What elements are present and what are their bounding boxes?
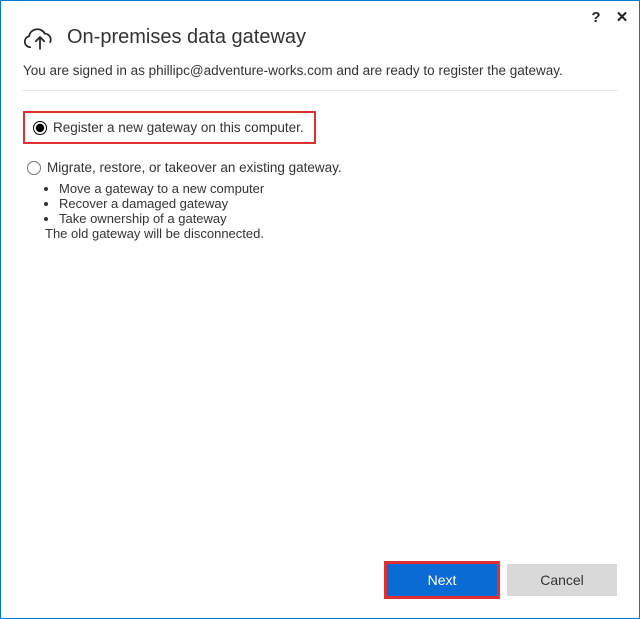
next-button[interactable]: Next bbox=[387, 564, 497, 596]
option-migrate-bullets: Move a gateway to a new computer Recover… bbox=[59, 181, 617, 226]
list-item: Recover a damaged gateway bbox=[59, 196, 617, 211]
cloud-upload-icon bbox=[23, 23, 57, 51]
cancel-button[interactable]: Cancel bbox=[507, 564, 617, 596]
option-migrate-radio[interactable] bbox=[27, 161, 41, 175]
option-migrate-block: Migrate, restore, or takeover an existin… bbox=[23, 156, 617, 241]
option-register-radio[interactable] bbox=[33, 121, 47, 135]
content: Register a new gateway on this computer.… bbox=[1, 91, 639, 564]
dialog-title: On-premises data gateway bbox=[67, 26, 306, 49]
list-item: Take ownership of a gateway bbox=[59, 211, 617, 226]
signin-status: You are signed in as phillipc@adventure-… bbox=[1, 51, 639, 86]
next-button-highlight: Next bbox=[387, 564, 497, 596]
signin-email: phillipc@adventure-works.com bbox=[149, 63, 333, 78]
footer: Next Cancel bbox=[1, 564, 639, 618]
option-migrate-note: The old gateway will be disconnected. bbox=[45, 226, 617, 241]
option-register-highlight: Register a new gateway on this computer. bbox=[23, 111, 316, 144]
header: On-premises data gateway bbox=[1, 1, 639, 51]
signin-suffix: and are ready to register the gateway. bbox=[333, 63, 563, 78]
option-register-label: Register a new gateway on this computer. bbox=[53, 120, 304, 135]
cancel-button-wrap: Cancel bbox=[507, 564, 617, 596]
signin-prefix: You are signed in as bbox=[23, 63, 149, 78]
option-migrate[interactable]: Migrate, restore, or takeover an existin… bbox=[23, 156, 617, 179]
help-button[interactable]: ? bbox=[588, 9, 604, 25]
list-item: Move a gateway to a new computer bbox=[59, 181, 617, 196]
gateway-dialog: ? ✕ On-premises data gateway You are sig… bbox=[0, 0, 640, 619]
option-register[interactable]: Register a new gateway on this computer. bbox=[29, 116, 308, 139]
option-migrate-label: Migrate, restore, or takeover an existin… bbox=[47, 160, 342, 175]
close-button[interactable]: ✕ bbox=[614, 9, 630, 25]
titlebar-controls: ? ✕ bbox=[588, 9, 630, 25]
